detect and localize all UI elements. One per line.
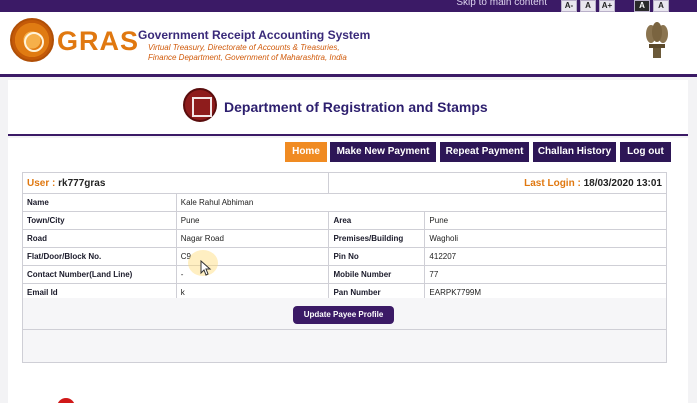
payee-profile-table: User : rk777gras Last Login : 18/03/2020… xyxy=(21,172,668,302)
skip-to-main-content-link[interactable]: Skip to main content xyxy=(456,0,547,8)
table-row: Name Kale Rahul Abhiman xyxy=(22,193,668,212)
table-row: Town/City Pune Area Pune xyxy=(22,211,667,230)
nav-challan-history[interactable]: Challan History xyxy=(533,142,616,162)
mobile-number-label: Mobile Number xyxy=(328,265,426,284)
premises-building-label: Premises/Building xyxy=(328,229,426,248)
system-title: Government Receipt Accounting System xyxy=(138,28,371,42)
gras-logo-text: GRAS xyxy=(57,26,140,56)
nav-make-new-payment[interactable]: Make New Payment xyxy=(330,142,436,162)
department-title: Department of Registration and Stamps xyxy=(224,99,488,115)
table-row: Road Nagar Road Premises/Building Waghol… xyxy=(22,229,667,248)
contrast-dark-button[interactable]: A xyxy=(634,0,650,12)
town-city-label: Town/City xyxy=(22,211,177,230)
road-value: Nagar Road xyxy=(175,229,330,248)
gras-seal-logo-icon xyxy=(10,18,54,62)
pin-no-value: 412207 xyxy=(424,247,667,266)
user-info-row: User : rk777gras Last Login : 18/03/2020… xyxy=(21,172,667,194)
premises-building-value: Wagholi xyxy=(424,229,667,248)
mobile-number-value: 77 xyxy=(424,265,667,284)
town-city-value: Pune xyxy=(175,211,330,230)
font-normal-button[interactable]: A xyxy=(580,0,596,12)
user-label: User : xyxy=(27,177,56,189)
update-payee-profile-button[interactable]: Update Payee Profile xyxy=(293,306,394,324)
system-subtitle-line1: Virtual Treasury, Directorate of Account… xyxy=(148,43,340,52)
nav-repeat-payment[interactable]: Repeat Payment xyxy=(440,142,529,162)
nav-log-out[interactable]: Log out xyxy=(620,142,671,162)
contrast-light-button[interactable]: A xyxy=(653,0,669,12)
last-login-cell: Last Login : 18/03/2020 13:01 xyxy=(328,172,667,194)
last-login-value: 18/03/2020 13:01 xyxy=(583,177,662,189)
mouse-pointer-icon xyxy=(200,260,212,276)
national-emblem-icon xyxy=(646,22,668,58)
area-label: Area xyxy=(328,211,426,230)
road-label: Road xyxy=(22,229,177,248)
contact-number-label: Contact Number(Land Line) xyxy=(22,265,177,284)
department-logo-icon xyxy=(183,88,217,122)
font-decrease-button[interactable]: A- xyxy=(561,0,577,12)
table-row: Contact Number(Land Line) - Mobile Numbe… xyxy=(22,265,667,284)
site-header: GRAS Government Receipt Accounting Syste… xyxy=(0,12,697,77)
pin-no-label: Pin No xyxy=(328,247,426,266)
font-increase-button[interactable]: A+ xyxy=(599,0,615,12)
empty-row xyxy=(22,330,667,363)
accessibility-bar: Skip to main content A- A A+ A A xyxy=(0,0,697,12)
nav-home[interactable]: Home xyxy=(285,142,327,162)
flat-door-block-label: Flat/Door/Block No. xyxy=(22,247,177,266)
name-label: Name xyxy=(22,193,177,212)
name-value: Kale Rahul Abhiman xyxy=(175,193,668,212)
user-cell: User : rk777gras xyxy=(21,172,330,194)
area-value: Pune xyxy=(424,211,667,230)
table-row: Flat/Door/Block No. C9 Pin No 412207 xyxy=(22,247,667,266)
department-banner: Department of Registration and Stamps xyxy=(8,80,688,136)
last-login-label: Last Login : xyxy=(524,177,581,189)
system-subtitle-line2: Finance Department, Government of Mahara… xyxy=(148,53,347,62)
main-content: Home Make New Payment Repeat Payment Cha… xyxy=(8,138,688,403)
user-value: rk777gras xyxy=(58,177,106,189)
